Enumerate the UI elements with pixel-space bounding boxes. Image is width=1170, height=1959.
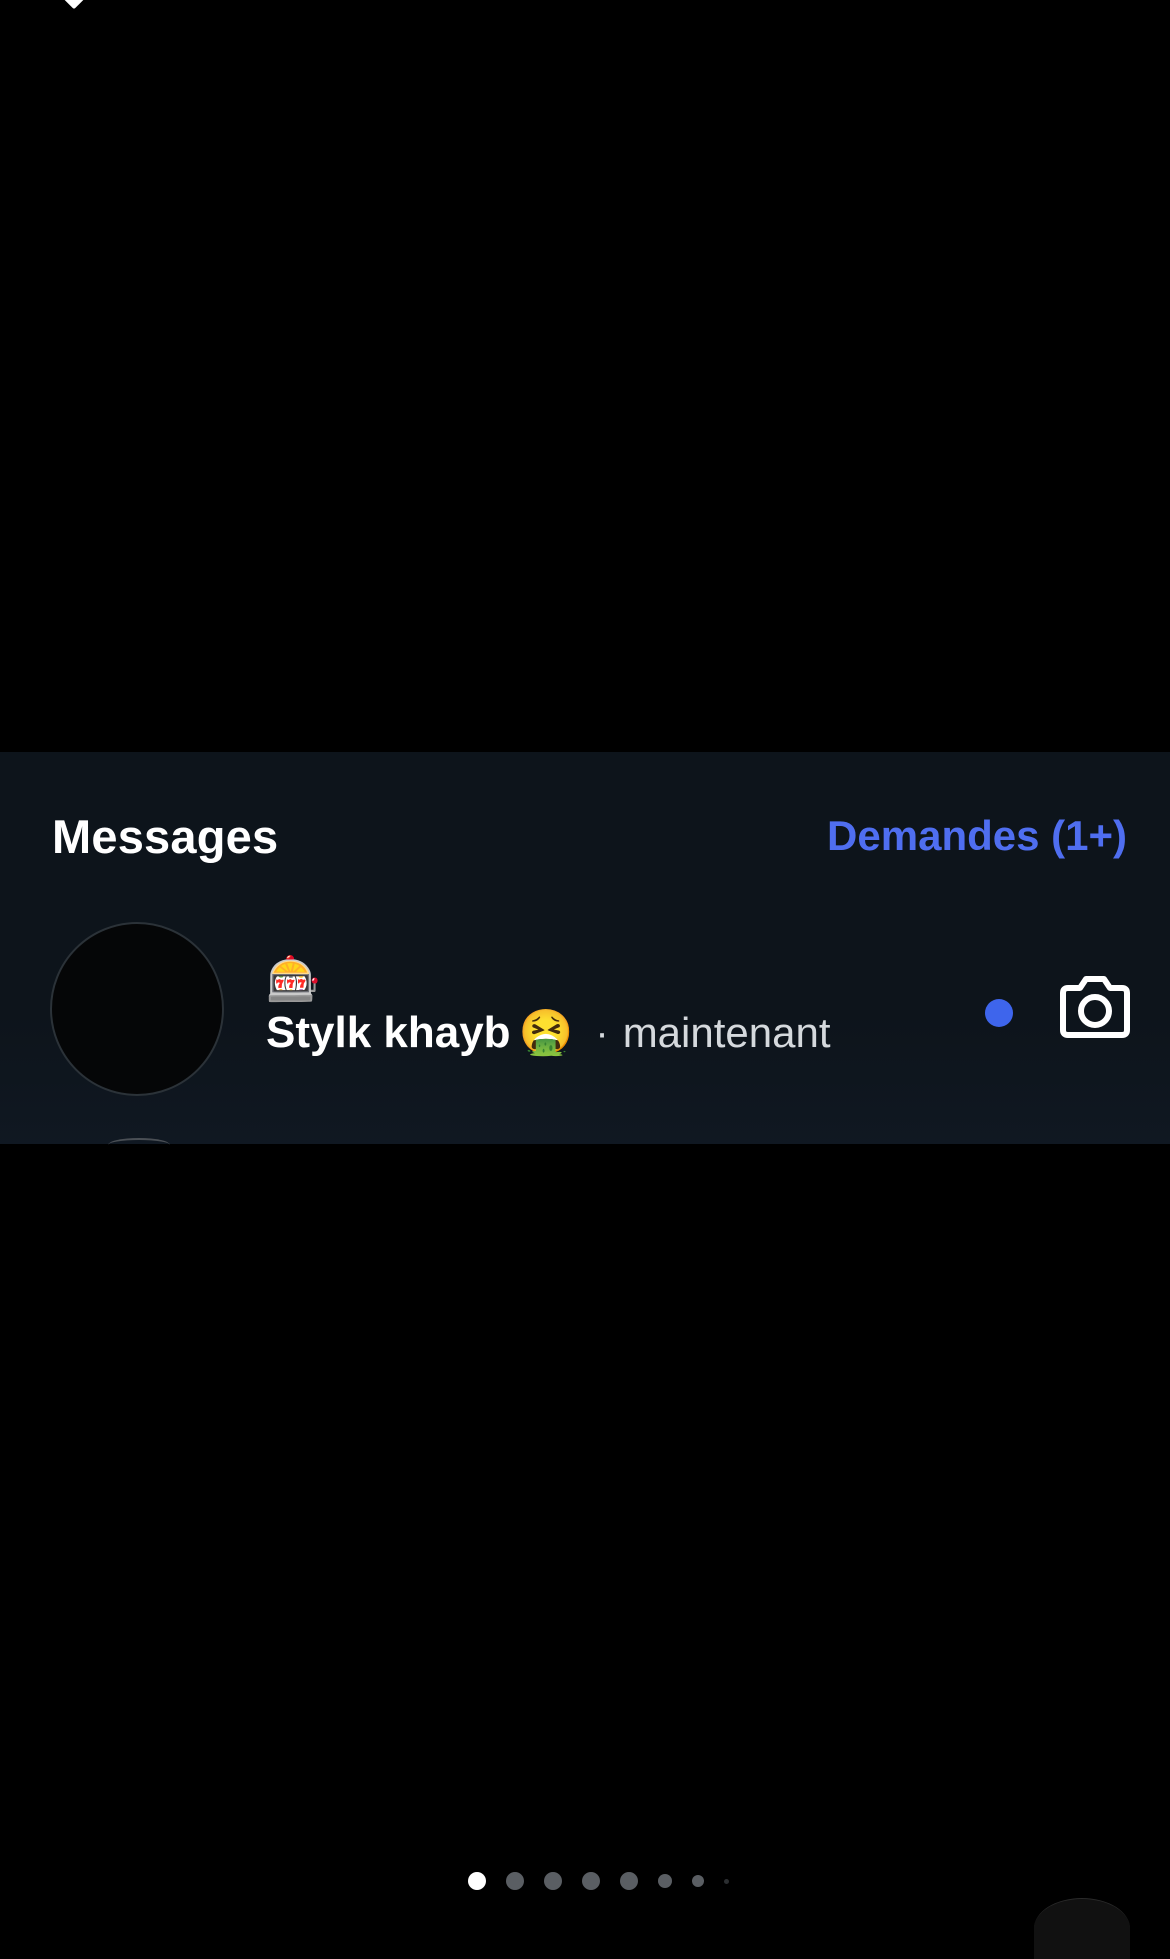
contact-name: Stylk khayb [266,1008,511,1057]
requests-link[interactable]: Demandes (1+) [827,812,1127,860]
panel-header: Messages Demandes (1+) [52,806,1127,866]
thread-summary: Stylk khayb 🤮 · maintenant [266,1008,831,1058]
page-dot [724,1878,729,1884]
top-pointer-icon [62,0,86,10]
next-thread-avatar-edge [108,1138,170,1152]
page-dot [506,1872,524,1890]
message-timestamp: maintenant [622,1009,831,1056]
meta-separator: · [595,1010,609,1055]
message-thread-row[interactable]: 🎰 Stylk khayb 🤮 · maintenant [0,922,1170,1104]
page-dot [582,1872,600,1890]
page-dot [544,1872,562,1890]
vomiting-face-icon: 🤮 [518,1008,574,1057]
unread-indicator [985,999,1013,1027]
page-dot [658,1874,672,1888]
bottom-corner-button-edge [1034,1898,1130,1959]
page-indicator [468,1872,729,1890]
avatar[interactable] [50,922,224,1096]
camera-icon[interactable] [1059,974,1131,1040]
slot-machine-icon: 🎰 [266,955,321,1004]
messages-panel: Messages Demandes (1+) 🎰 Stylk khayb 🤮 ·… [0,752,1170,1144]
page-dot-active [468,1872,486,1890]
page-dot [692,1875,704,1887]
page-dot [620,1872,638,1890]
messages-title: Messages [52,809,279,863]
